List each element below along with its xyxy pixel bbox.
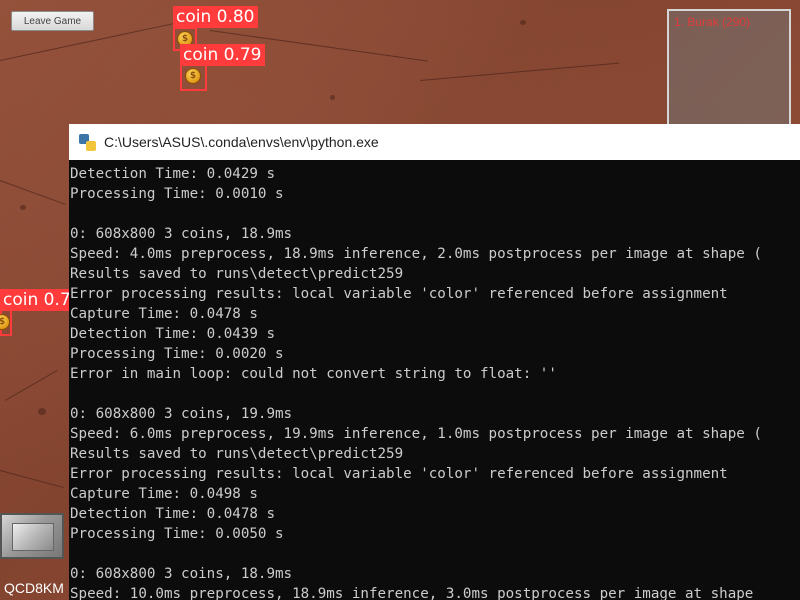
leave-game-button[interactable]: Leave Game bbox=[11, 11, 94, 31]
python-icon bbox=[79, 133, 96, 151]
detection-label: coin 0.79 bbox=[180, 44, 265, 66]
console-line: Speed: 10.0ms preprocess, 18.9ms inferen… bbox=[70, 586, 754, 600]
leaderboard-panel: 1. Burak (290) bbox=[667, 9, 791, 129]
console-line: Processing Time: 0.0010 s bbox=[70, 186, 284, 202]
pebble bbox=[330, 95, 335, 100]
console-line: Processing Time: 0.0020 s bbox=[70, 346, 284, 362]
console-line: Capture Time: 0.0478 s bbox=[70, 306, 258, 322]
pebble bbox=[38, 408, 46, 415]
ground-crack bbox=[0, 180, 66, 205]
console-line: Capture Time: 0.0498 s bbox=[70, 486, 258, 502]
pebble bbox=[20, 205, 26, 210]
console-line: Detection Time: 0.0429 s bbox=[70, 166, 275, 182]
console-line: Error processing results: local variable… bbox=[70, 466, 728, 482]
stone-block-item[interactable] bbox=[0, 513, 64, 559]
console-line: Results saved to runs\detect\predict259 bbox=[70, 266, 404, 282]
console-line: Speed: 4.0ms preprocess, 18.9ms inferenc… bbox=[70, 246, 762, 262]
room-code: QCD8KM bbox=[4, 580, 64, 596]
coin-icon: $ bbox=[185, 68, 201, 84]
console-line: Error processing results: local variable… bbox=[70, 286, 728, 302]
detection-label: coin 0.80 bbox=[173, 6, 258, 28]
console-line: 0: 608x800 3 coins, 19.9ms bbox=[70, 406, 293, 422]
pebble bbox=[520, 20, 526, 25]
ground-crack bbox=[0, 470, 64, 489]
console-line: Processing Time: 0.0050 s bbox=[70, 526, 284, 542]
console-output[interactable]: Detection Time: 0.0429 s Processing Time:… bbox=[69, 160, 800, 600]
console-window[interactable]: C:\Users\ASUS\.conda\envs\env\python.exe… bbox=[69, 124, 800, 600]
console-line: Speed: 6.0ms preprocess, 19.9ms inferenc… bbox=[70, 426, 762, 442]
console-line: Detection Time: 0.0439 s bbox=[70, 326, 275, 342]
leaderboard-entry: 1. Burak (290) bbox=[674, 15, 751, 29]
console-line: Error in main loop: could not convert st… bbox=[70, 366, 557, 382]
console-line: Detection Time: 0.0478 s bbox=[70, 506, 275, 522]
ground-crack bbox=[5, 370, 58, 401]
console-line: 0: 608x800 3 coins, 18.9ms bbox=[70, 566, 293, 582]
console-titlebar[interactable]: C:\Users\ASUS\.conda\envs\env\python.exe bbox=[69, 124, 800, 160]
ground-crack bbox=[420, 62, 620, 81]
console-title: C:\Users\ASUS\.conda\envs\env\python.exe bbox=[104, 134, 379, 150]
console-line: 0: 608x800 3 coins, 18.9ms bbox=[70, 226, 293, 242]
console-line: Results saved to runs\detect\predict259 bbox=[70, 446, 404, 462]
